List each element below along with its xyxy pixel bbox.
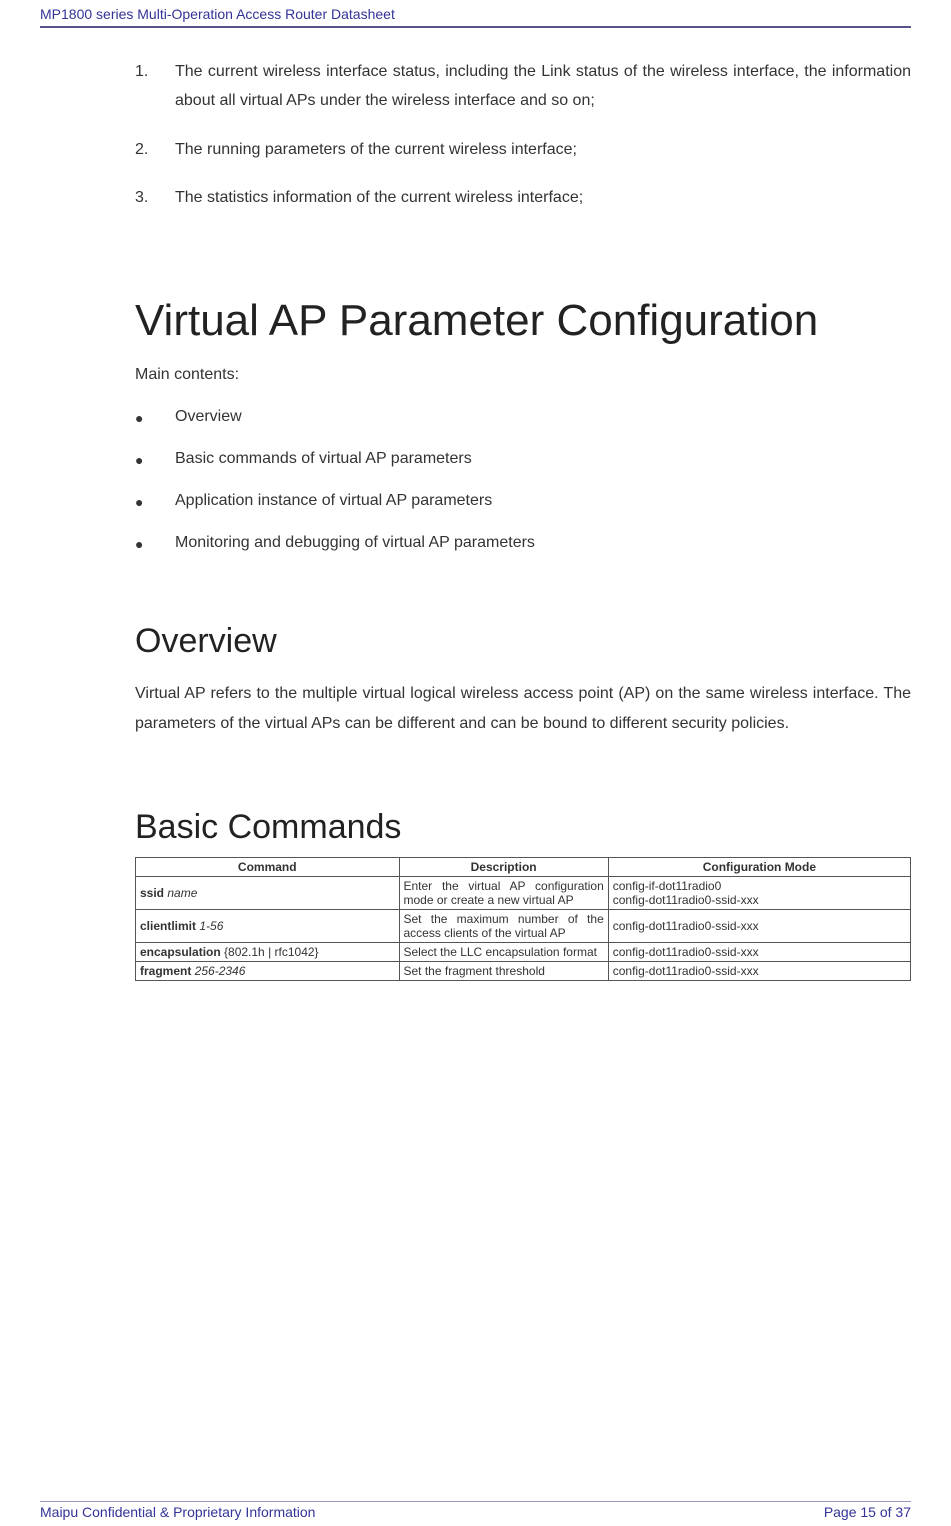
overview-body: Virtual AP refers to the multiple virtua… [135,679,911,738]
cmd-bold: ssid [140,886,164,900]
cell-description: Select the LLC encapsulation format [399,943,608,962]
cell-command: ssid name [136,877,400,910]
cell-description: Set the fragment threshold [399,962,608,981]
page-footer: Maipu Confidential & Proprietary Informa… [40,1501,911,1520]
table-row: encapsulation {802.1h | rfc1042} Select … [136,943,911,962]
cell-command: encapsulation {802.1h | rfc1042} [136,943,400,962]
cmd-param: 256-2346 [191,964,245,978]
bullet-item: ● Basic commands of virtual AP parameter… [135,450,911,468]
numbered-item: 3. The statistics information of the cur… [135,184,911,213]
cell-mode: config-dot11radio0-ssid-xxx [608,910,910,943]
col-header-description: Description [399,858,608,877]
table-row: clientlimit 1-56 Set the maximum number … [136,910,911,943]
cell-command: fragment 256-2346 [136,962,400,981]
bullet-text: Basic commands of virtual AP parameters [175,450,911,468]
numbered-item: 2. The running parameters of the current… [135,136,911,165]
numbered-item: 1. The current wireless interface status… [135,58,911,116]
cell-description: Enter the virtual AP configuration mode … [399,877,608,910]
bullet-item: ● Monitoring and debugging of virtual AP… [135,534,911,552]
table-row: ssid name Enter the virtual AP configura… [136,877,911,910]
main-contents-label: Main contents: [135,366,911,384]
list-number: 2. [135,136,175,165]
bullet-text: Overview [175,408,911,426]
bullet-icon: ● [135,408,175,426]
col-header-mode: Configuration Mode [608,858,910,877]
cmd-param: 1-56 [196,919,223,933]
list-number: 1. [135,58,175,116]
footer-right: Page 15 of 37 [824,1504,911,1520]
cmd-param: name [164,886,197,900]
list-text: The current wireless interface status, i… [175,58,911,116]
cell-mode: config-dot11radio0-ssid-xxx [608,962,910,981]
bullet-icon: ● [135,492,175,510]
table-header-row: Command Description Configuration Mode [136,858,911,877]
chapter-title: Virtual AP Parameter Configuration [135,293,911,348]
cmd-bold: fragment [140,964,191,978]
cell-description: Set the maximum number of the access cli… [399,910,608,943]
footer-left: Maipu Confidential & Proprietary Informa… [40,1504,315,1520]
bullet-icon: ● [135,534,175,552]
cell-mode: config-dot11radio0-ssid-xxx [608,943,910,962]
cmd-bold: clientlimit [140,919,196,933]
bullet-text: Application instance of virtual AP param… [175,492,911,510]
cell-mode: config-if-dot11radio0 config-dot11radio0… [608,877,910,910]
cmd-plain: {802.1h | rfc1042} [221,945,319,959]
bullet-item: ● Overview [135,408,911,426]
commands-table: Command Description Configuration Mode s… [135,857,911,981]
bullet-text: Monitoring and debugging of virtual AP p… [175,534,911,552]
bullet-item: ● Application instance of virtual AP par… [135,492,911,510]
table-row: fragment 256-2346 Set the fragment thres… [136,962,911,981]
section-heading-overview: Overview [135,622,911,661]
col-header-command: Command [136,858,400,877]
bullet-icon: ● [135,450,175,468]
list-number: 3. [135,184,175,213]
section-heading-basic-commands: Basic Commands [135,808,911,847]
list-text: The running parameters of the current wi… [175,136,911,165]
cell-command: clientlimit 1-56 [136,910,400,943]
list-text: The statistics information of the curren… [175,184,911,213]
page-content: 1. The current wireless interface status… [40,28,911,981]
header-title: MP1800 series Multi-Operation Access Rou… [40,0,911,28]
cmd-bold: encapsulation [140,945,221,959]
